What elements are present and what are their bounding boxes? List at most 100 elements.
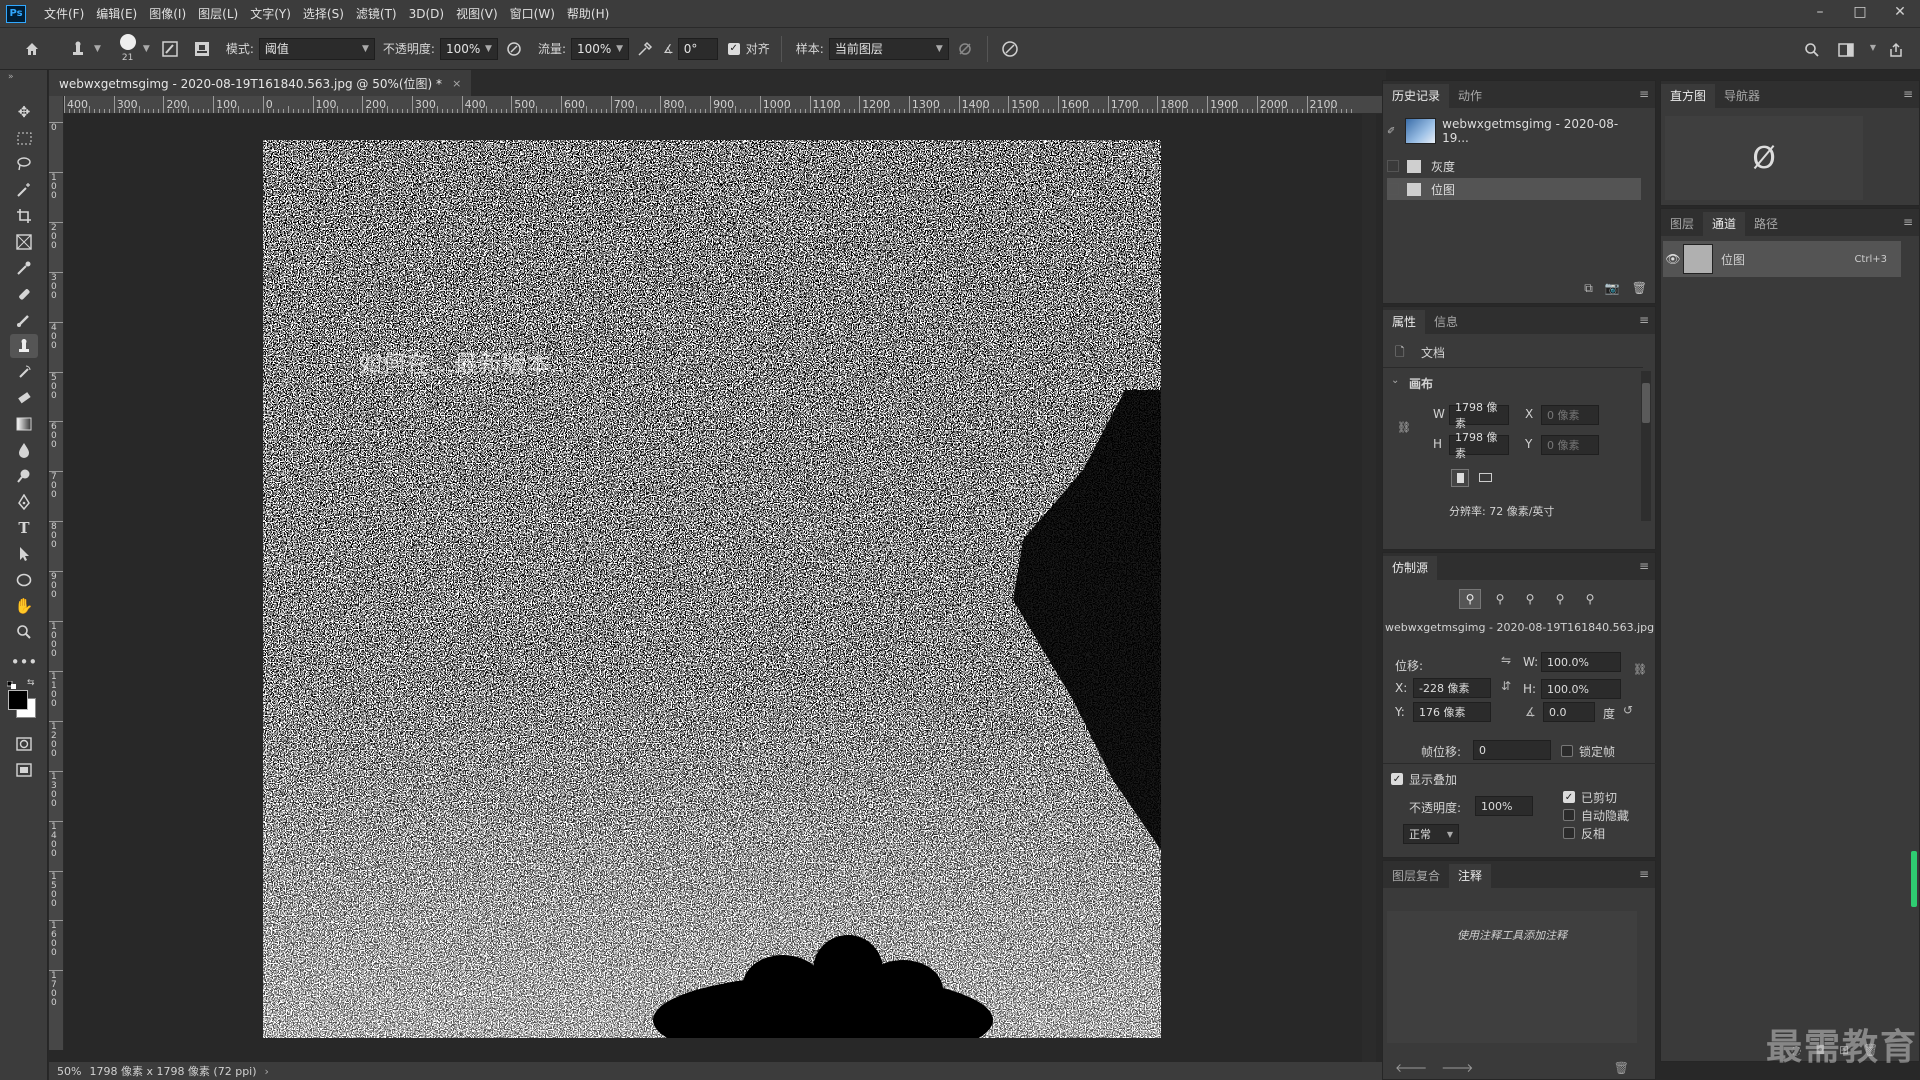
ignore-adjustment-layers-icon[interactable] xyxy=(953,37,977,61)
offset-x-field[interactable]: -228 像素 xyxy=(1413,678,1491,698)
clone-source-5-icon[interactable]: ⚲ xyxy=(1579,589,1601,609)
clone-panel-menu-icon[interactable]: ≡ xyxy=(1639,559,1649,573)
overlay-blend-select[interactable]: 正常 ▼ xyxy=(1403,824,1459,844)
eyedropper-tool-icon[interactable] xyxy=(10,256,38,280)
clone-source-4-icon[interactable]: ⚲ xyxy=(1549,589,1571,609)
new-document-from-state-icon[interactable]: ⧉ xyxy=(1584,281,1593,296)
workspace-icon[interactable] xyxy=(1834,38,1858,62)
brush-tool-icon[interactable] xyxy=(10,308,38,332)
history-brush-source-icon[interactable]: ✐ xyxy=(1387,126,1401,137)
search-icon[interactable] xyxy=(1800,38,1824,62)
portrait-orientation-icon[interactable] xyxy=(1451,469,1469,487)
type-tool-icon[interactable]: T xyxy=(10,516,38,540)
menu-edit[interactable]: 编辑(E) xyxy=(90,0,143,28)
notes-panel-menu-icon[interactable]: ≡ xyxy=(1639,867,1649,881)
delete-state-icon[interactable]: 🗑 xyxy=(1632,281,1647,296)
tab-info[interactable]: 信息 xyxy=(1425,310,1467,334)
clone-source-3-icon[interactable]: ⚲ xyxy=(1519,589,1541,609)
reset-transform-icon[interactable]: ↺ xyxy=(1623,703,1633,717)
menu-help[interactable]: 帮助(H) xyxy=(561,0,615,28)
histogram-panel-menu-icon[interactable]: ≡ xyxy=(1903,87,1913,101)
crop-tool-icon[interactable] xyxy=(10,204,38,228)
flip-horizontal-icon[interactable]: ⇋ xyxy=(1501,653,1511,667)
properties-panel-menu-icon[interactable]: ≡ xyxy=(1639,313,1649,327)
minimize-button[interactable]: – xyxy=(1800,0,1840,24)
move-tool-icon[interactable]: ✥ xyxy=(10,100,38,124)
share-icon[interactable] xyxy=(1884,38,1908,62)
home-icon[interactable] xyxy=(20,37,44,61)
quick-mask-icon[interactable] xyxy=(10,732,38,756)
delete-note-icon[interactable]: 🗑 xyxy=(1614,1061,1629,1075)
marquee-tool-icon[interactable] xyxy=(10,126,38,150)
brush-chevron-down-icon[interactable]: ▼ xyxy=(143,44,150,54)
history-brush-tool-icon[interactable] xyxy=(10,360,38,384)
vertical-ruler[interactable]: 0 100 200 300 400 500 600 700 800 900 1000 1100 1200… xyxy=(49,96,64,1050)
invert-checkbox[interactable] xyxy=(1563,827,1575,839)
tab-layer-comps[interactable]: 图层复合 xyxy=(1383,864,1449,888)
default-colors-icon[interactable] xyxy=(6,678,19,689)
tab-clone-source[interactable]: 仿制源 xyxy=(1383,556,1438,580)
rotation-angle-field[interactable]: 0.0 xyxy=(1543,702,1595,722)
canvas-vertical-scrollbar[interactable] xyxy=(1362,114,1376,1062)
history-snapshot[interactable]: ✐ webwxgetmsgimg - 2020-08-19... xyxy=(1387,116,1641,146)
layers-panel-menu-icon[interactable]: ≡ xyxy=(1903,215,1913,229)
menu-view[interactable]: 视图(V) xyxy=(450,0,504,28)
history-step[interactable]: 灰度 xyxy=(1387,155,1641,177)
hand-tool-icon[interactable]: ✋ xyxy=(10,594,38,618)
visibility-eye-icon[interactable]: 👁 xyxy=(1663,252,1683,266)
history-step-active[interactable]: 位图 xyxy=(1387,178,1641,200)
status-chevron-right-icon[interactable]: › xyxy=(265,1065,269,1078)
menu-file[interactable]: 文件(F) xyxy=(38,0,90,28)
menu-image[interactable]: 图像(I) xyxy=(143,0,192,28)
previous-note-icon[interactable]: 🡐 xyxy=(1395,1060,1427,1075)
canvas-y-field[interactable]: 0 像素 xyxy=(1541,435,1599,455)
pressure-opacity-icon[interactable] xyxy=(502,37,526,61)
landscape-orientation-icon[interactable] xyxy=(1477,469,1495,487)
tab-paths[interactable]: 路径 xyxy=(1745,212,1787,236)
link-scale-icon[interactable]: ⛓ xyxy=(1633,663,1647,676)
clone-stamp-preset-icon[interactable] xyxy=(66,37,90,61)
workspace-chevron-down-icon[interactable]: ▼ xyxy=(1870,43,1876,52)
document-image[interactable]: 如何在…最新版本… xyxy=(263,140,1161,1038)
pressure-size-icon[interactable] xyxy=(998,37,1022,61)
flip-vertical-icon[interactable]: ⇵ xyxy=(1501,679,1511,693)
mode-select[interactable]: 阈值 ▼ xyxy=(258,37,375,60)
opacity-field[interactable]: 100% ▼ xyxy=(439,37,498,60)
ellipse-tool-icon[interactable] xyxy=(10,568,38,592)
link-proportions-icon[interactable]: ⛓ xyxy=(1397,421,1411,434)
scale-h-field[interactable]: 100.0% xyxy=(1541,679,1621,699)
expand-toolbar-icon[interactable]: » xyxy=(8,72,14,82)
airbrush-icon[interactable] xyxy=(633,37,657,61)
maximize-button[interactable]: □ xyxy=(1840,0,1880,24)
preset-chevron-down-icon[interactable]: ▼ xyxy=(94,44,101,54)
menu-filter[interactable]: 滤镜(T) xyxy=(350,0,403,28)
frame-offset-field[interactable]: 0 xyxy=(1473,740,1551,760)
menu-layer[interactable]: 图层(L) xyxy=(192,0,244,28)
overlay-opacity-field[interactable]: 100% xyxy=(1475,796,1533,816)
tab-navigator[interactable]: 导航器 xyxy=(1715,84,1769,108)
canvas-width-field[interactable]: 1798 像素 xyxy=(1449,401,1509,430)
clone-source-2-icon[interactable]: ⚲ xyxy=(1489,589,1511,609)
channel-row[interactable]: 👁 位图 Ctrl+3 xyxy=(1663,241,1901,277)
brush-size-picker[interactable]: 21 xyxy=(113,30,143,68)
close-document-icon[interactable]: × xyxy=(452,77,461,90)
menu-3d[interactable]: 3D(D) xyxy=(403,0,450,28)
tab-history[interactable]: 历史记录 xyxy=(1383,84,1450,108)
clone-stamp-tool-icon[interactable] xyxy=(10,334,38,358)
tab-histogram[interactable]: 直方图 xyxy=(1661,84,1716,108)
history-brush-box[interactable] xyxy=(1387,183,1399,195)
frame-tool-icon[interactable] xyxy=(10,230,38,254)
canvas-x-field[interactable]: 0 像素 xyxy=(1541,405,1599,425)
menu-select[interactable]: 选择(S) xyxy=(297,0,350,28)
gradient-tool-icon[interactable] xyxy=(10,412,38,436)
snapshot-camera-icon[interactable]: 📷 xyxy=(1605,281,1620,296)
flow-field[interactable]: 100% ▼ xyxy=(570,37,629,60)
eraser-tool-icon[interactable] xyxy=(10,386,38,410)
angle-field[interactable]: 0° xyxy=(677,37,718,60)
swap-colors-icon[interactable]: ⇆ xyxy=(27,678,35,688)
magic-wand-tool-icon[interactable] xyxy=(10,178,38,202)
document-tab[interactable]: webwxgetmsgimg - 2020-08-19T161840.563.j… xyxy=(49,70,472,96)
menu-window[interactable]: 窗口(W) xyxy=(504,0,561,28)
tab-actions[interactable]: 动作 xyxy=(1449,84,1491,108)
clone-source-panel-icon[interactable] xyxy=(190,37,214,61)
